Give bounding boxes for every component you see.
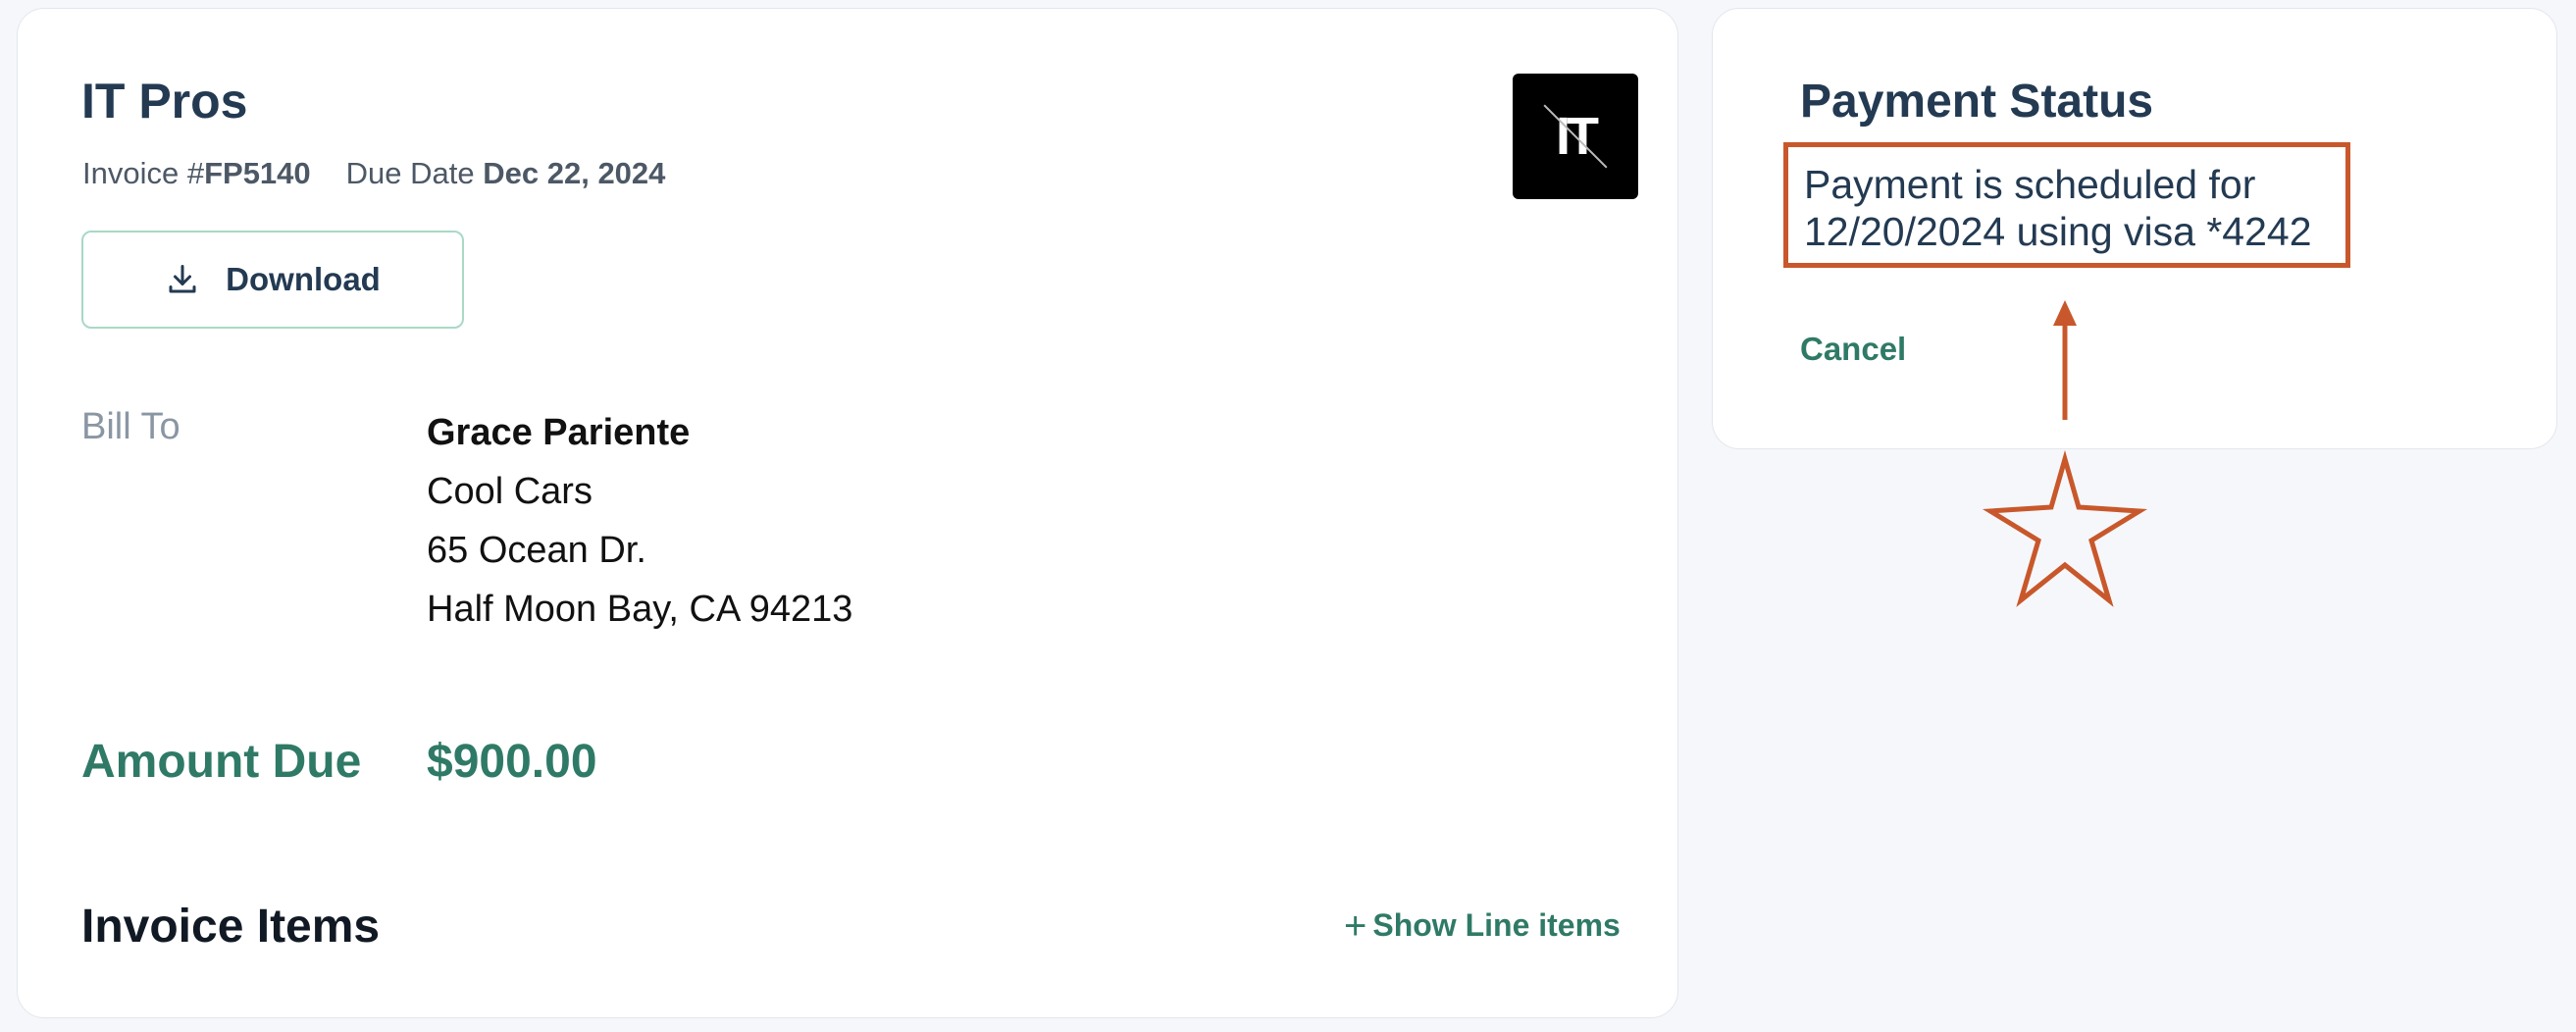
payment-status-line1: Payment is scheduled for	[1804, 162, 2256, 207]
star-icon	[1982, 449, 2148, 607]
invoice-card: IT Pros Invoice #FP5140 Due Date Dec 22, …	[17, 8, 1678, 1018]
invoice-number-label: Invoice #	[82, 156, 205, 190]
amount-due-label: Amount Due	[81, 736, 362, 788]
payment-status-card: Payment Status Payment is scheduled for …	[1712, 8, 2557, 449]
company-logo: IT	[1513, 74, 1638, 199]
due-date: Dec 22, 2024	[483, 156, 666, 190]
amount-due-value: $900.00	[427, 736, 597, 788]
bill-to-name: Grace Pariente	[427, 412, 691, 453]
payment-card: visa *4242	[2124, 209, 2312, 254]
show-line-items-link[interactable]: + Show Line items	[1344, 903, 1621, 948]
bill-to-label: Bill To	[81, 406, 180, 447]
bill-to-company: Cool Cars	[427, 471, 592, 512]
payment-status-message: Payment is scheduled for 12/20/2024 usin…	[1783, 142, 2350, 268]
due-date-label: Due Date	[345, 156, 475, 190]
bill-to-street: 65 Ocean Dr.	[427, 530, 646, 571]
plus-icon: +	[1344, 903, 1367, 948]
invoice-items-title: Invoice Items	[81, 901, 381, 953]
bill-to-address: Grace Pariente Cool Cars 65 Ocean Dr. Ha…	[427, 403, 852, 639]
payment-status-title: Payment Status	[1800, 76, 2154, 128]
payment-using-text: using	[2016, 209, 2113, 254]
download-icon	[169, 265, 196, 293]
invoice-number: FP5140	[204, 156, 311, 190]
cancel-payment-link[interactable]: Cancel	[1800, 331, 1906, 368]
company-name: IT Pros	[81, 74, 248, 129]
show-line-items-label: Show Line items	[1372, 907, 1621, 943]
invoice-meta: Invoice #FP5140 Due Date Dec 22, 2024	[82, 156, 665, 191]
bill-to-city: Half Moon Bay, CA 94213	[427, 589, 853, 630]
download-button[interactable]: Download	[81, 231, 464, 329]
payment-scheduled-date: 12/20/2024	[1804, 209, 2006, 254]
download-label: Download	[226, 261, 381, 297]
